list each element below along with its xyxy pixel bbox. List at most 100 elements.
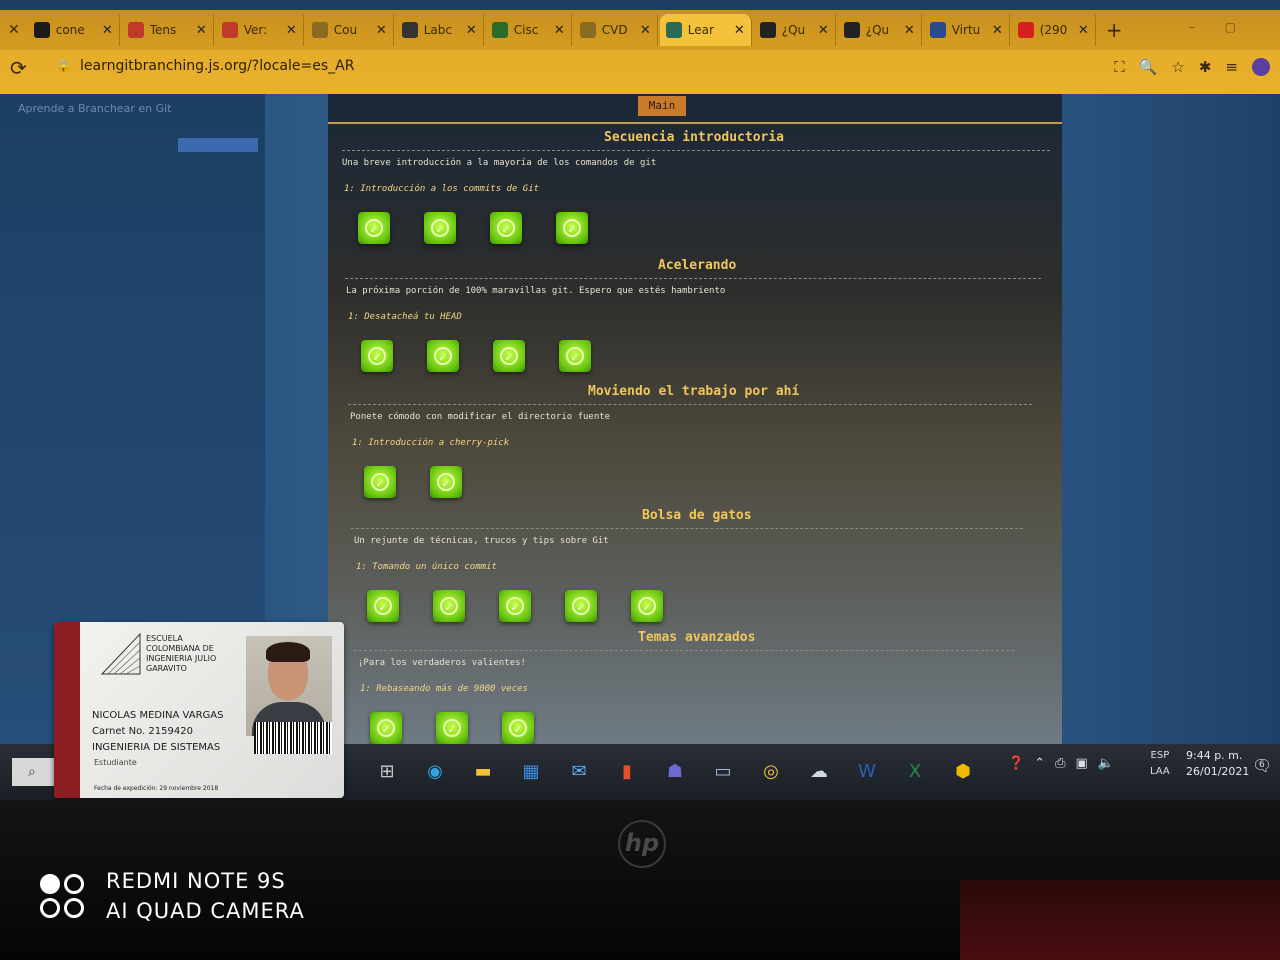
new-tab-button[interactable]: + — [1106, 18, 1123, 42]
generic-app-icon[interactable]: ▭ — [706, 754, 740, 788]
office-icon[interactable]: ▮ — [610, 754, 644, 788]
tab-8[interactable]: ¿Qu ✕ — [754, 14, 836, 46]
tab-10[interactable]: Virtu ✕ — [924, 14, 1010, 46]
teams-icon[interactable]: ☗ — [658, 754, 692, 788]
tab-6[interactable]: CVD ✕ — [574, 14, 658, 46]
notification-center-icon[interactable]: 🗨 6 — [1252, 756, 1272, 775]
student-program: INGENIERIA DE SISTEMAS — [92, 742, 221, 753]
level-button[interactable]: ✓ — [370, 712, 402, 744]
window-controls[interactable]: –▢ — [1189, 20, 1266, 34]
sidebar-badge[interactable] — [178, 138, 258, 152]
level-button[interactable]: ✓ — [502, 712, 534, 744]
word-icon[interactable]: W — [850, 754, 884, 788]
close-icon[interactable]: ✕ — [286, 23, 297, 38]
level-button[interactable]: ✓ — [559, 340, 591, 372]
tab-11[interactable]: (290 ✕ — [1012, 14, 1096, 46]
level-button[interactable]: ✓ — [361, 340, 393, 372]
section-title: Secuencia introductoria — [604, 130, 785, 145]
close-icon[interactable]: ✕ — [8, 22, 20, 38]
close-icon[interactable]: ✕ — [734, 23, 745, 38]
close-icon[interactable]: ✕ — [376, 23, 387, 38]
display-icon[interactable]: ▣ — [1076, 756, 1088, 771]
taskbar-apps: ⊞ ◉ ▬ ▦ ✉ ▮ ☗ ▭ ◎ ☁ W X ⬢ — [370, 754, 980, 788]
check-icon: ✓ — [371, 473, 389, 491]
edge-icon[interactable]: ◉ — [418, 754, 452, 788]
tab-9[interactable]: ¿Qu ✕ — [838, 14, 922, 46]
url-field[interactable]: learngitbranching.js.org/?locale=es_AR — [80, 58, 354, 74]
network-icon[interactable]: ⎙ — [1055, 756, 1065, 771]
language-indicator[interactable]: ESP LAA — [1150, 748, 1170, 780]
close-icon[interactable]: ✕ — [102, 23, 113, 38]
close-icon[interactable]: ✕ — [640, 23, 651, 38]
check-icon: ✓ — [365, 219, 383, 237]
section-description: ¡Para los verdaderos valientes! — [358, 658, 526, 668]
af-icon — [221, 22, 238, 38]
level-button[interactable]: ✓ — [364, 466, 396, 498]
tab-label: Cou — [333, 23, 358, 37]
reading-list-icon[interactable]: ≡ — [1225, 58, 1238, 76]
tab-3[interactable]: Cou ✕ — [306, 14, 394, 46]
level-button[interactable]: ✓ — [424, 212, 456, 244]
help-icon[interactable]: ❓ — [1008, 756, 1024, 771]
level-button[interactable]: ✓ — [631, 590, 663, 622]
volume-icon[interactable]: 🔈 — [1098, 756, 1114, 771]
level-button[interactable]: ✓ — [433, 590, 465, 622]
tab-0[interactable]: cone ✕ — [28, 14, 120, 46]
close-icon[interactable]: ✕ — [992, 23, 1003, 38]
close-icon[interactable]: ✕ — [904, 23, 915, 38]
barcode — [254, 722, 332, 754]
bookmark-star-icon[interactable]: ☆ — [1171, 58, 1184, 76]
tab-7[interactable]: Lear ✕ — [659, 14, 752, 46]
mail-icon[interactable]: ✉ — [562, 754, 596, 788]
level-button[interactable]: ✓ — [427, 340, 459, 372]
system-tray: ❓ ⌃ ⎙ ▣ 🔈 — [1008, 756, 1114, 771]
translate-icon[interactable]: ⛶ — [1114, 58, 1125, 76]
browser-tab-bar: ✕ cone ✕ Tens ✕ Ver: ✕ Cou ✕ Labc ✕ Cisc ✕ CVD ✕ Lear ✕… — [0, 10, 1280, 50]
student-carnet: Carnet No. 2159420 — [92, 726, 193, 737]
level-button[interactable]: ✓ — [499, 590, 531, 622]
extensions-icon[interactable]: ✱ — [1199, 58, 1212, 76]
tab-5[interactable]: Cisc ✕ — [486, 14, 572, 46]
lock-icon[interactable]: 🔒 — [56, 59, 71, 73]
level-button[interactable]: ✓ — [556, 212, 588, 244]
clock[interactable]: 9:44 p. m. 26/01/2021 — [1186, 748, 1249, 780]
tab-4[interactable]: Labc ✕ — [396, 14, 484, 46]
close-icon[interactable]: ✕ — [818, 23, 829, 38]
notification-count: 6 — [1259, 760, 1265, 770]
tab-strip: cone ✕ Tens ✕ Ver: ✕ Cou ✕ Labc ✕ Cisc ✕ CVD ✕ Lear ✕ ¿Q… — [28, 14, 1098, 46]
tab-main[interactable]: Main — [638, 96, 686, 116]
level-button[interactable]: ✓ — [358, 212, 390, 244]
tab-label: Virtu — [951, 23, 981, 37]
excel-icon[interactable]: X — [898, 754, 932, 788]
section-sequence-label: 1: Desatacheá tu HEAD — [348, 312, 462, 322]
zoom-icon[interactable]: 🔍 — [1139, 58, 1158, 76]
close-icon[interactable]: ✕ — [1078, 23, 1089, 38]
check-icon: ✓ — [506, 597, 524, 615]
profile-avatar[interactable] — [1252, 58, 1270, 76]
level-button[interactable]: ✓ — [493, 340, 525, 372]
level-button[interactable]: ✓ — [367, 590, 399, 622]
level-button[interactable]: ✓ — [430, 466, 462, 498]
student-role: Estudiante — [94, 758, 137, 767]
check-icon: ✓ — [566, 347, 584, 365]
level-button[interactable]: ✓ — [436, 712, 468, 744]
virtualbox-icon[interactable]: ⬢ — [946, 754, 980, 788]
close-icon[interactable]: ✕ — [554, 23, 565, 38]
reload-icon[interactable]: ⟳ — [10, 56, 27, 80]
doc-icon — [843, 22, 860, 38]
tab-label: Ver: — [243, 23, 268, 37]
close-icon[interactable]: ✕ — [466, 23, 477, 38]
close-icon[interactable]: ✕ — [196, 23, 207, 38]
background-object — [960, 880, 1280, 960]
chrome-icon[interactable]: ◎ — [754, 754, 788, 788]
file-explorer-icon[interactable]: ▬ — [466, 754, 500, 788]
book-icon — [311, 22, 328, 38]
level-button[interactable]: ✓ — [490, 212, 522, 244]
tab-2[interactable]: Ver: ✕ — [216, 14, 304, 46]
store-icon[interactable]: ▦ — [514, 754, 548, 788]
level-button[interactable]: ✓ — [565, 590, 597, 622]
onedrive-icon[interactable]: ☁ — [802, 754, 836, 788]
task-view-icon[interactable]: ⊞ — [370, 754, 404, 788]
chevron-up-icon[interactable]: ⌃ — [1034, 756, 1045, 771]
tab-1[interactable]: Tens ✕ — [122, 14, 214, 46]
